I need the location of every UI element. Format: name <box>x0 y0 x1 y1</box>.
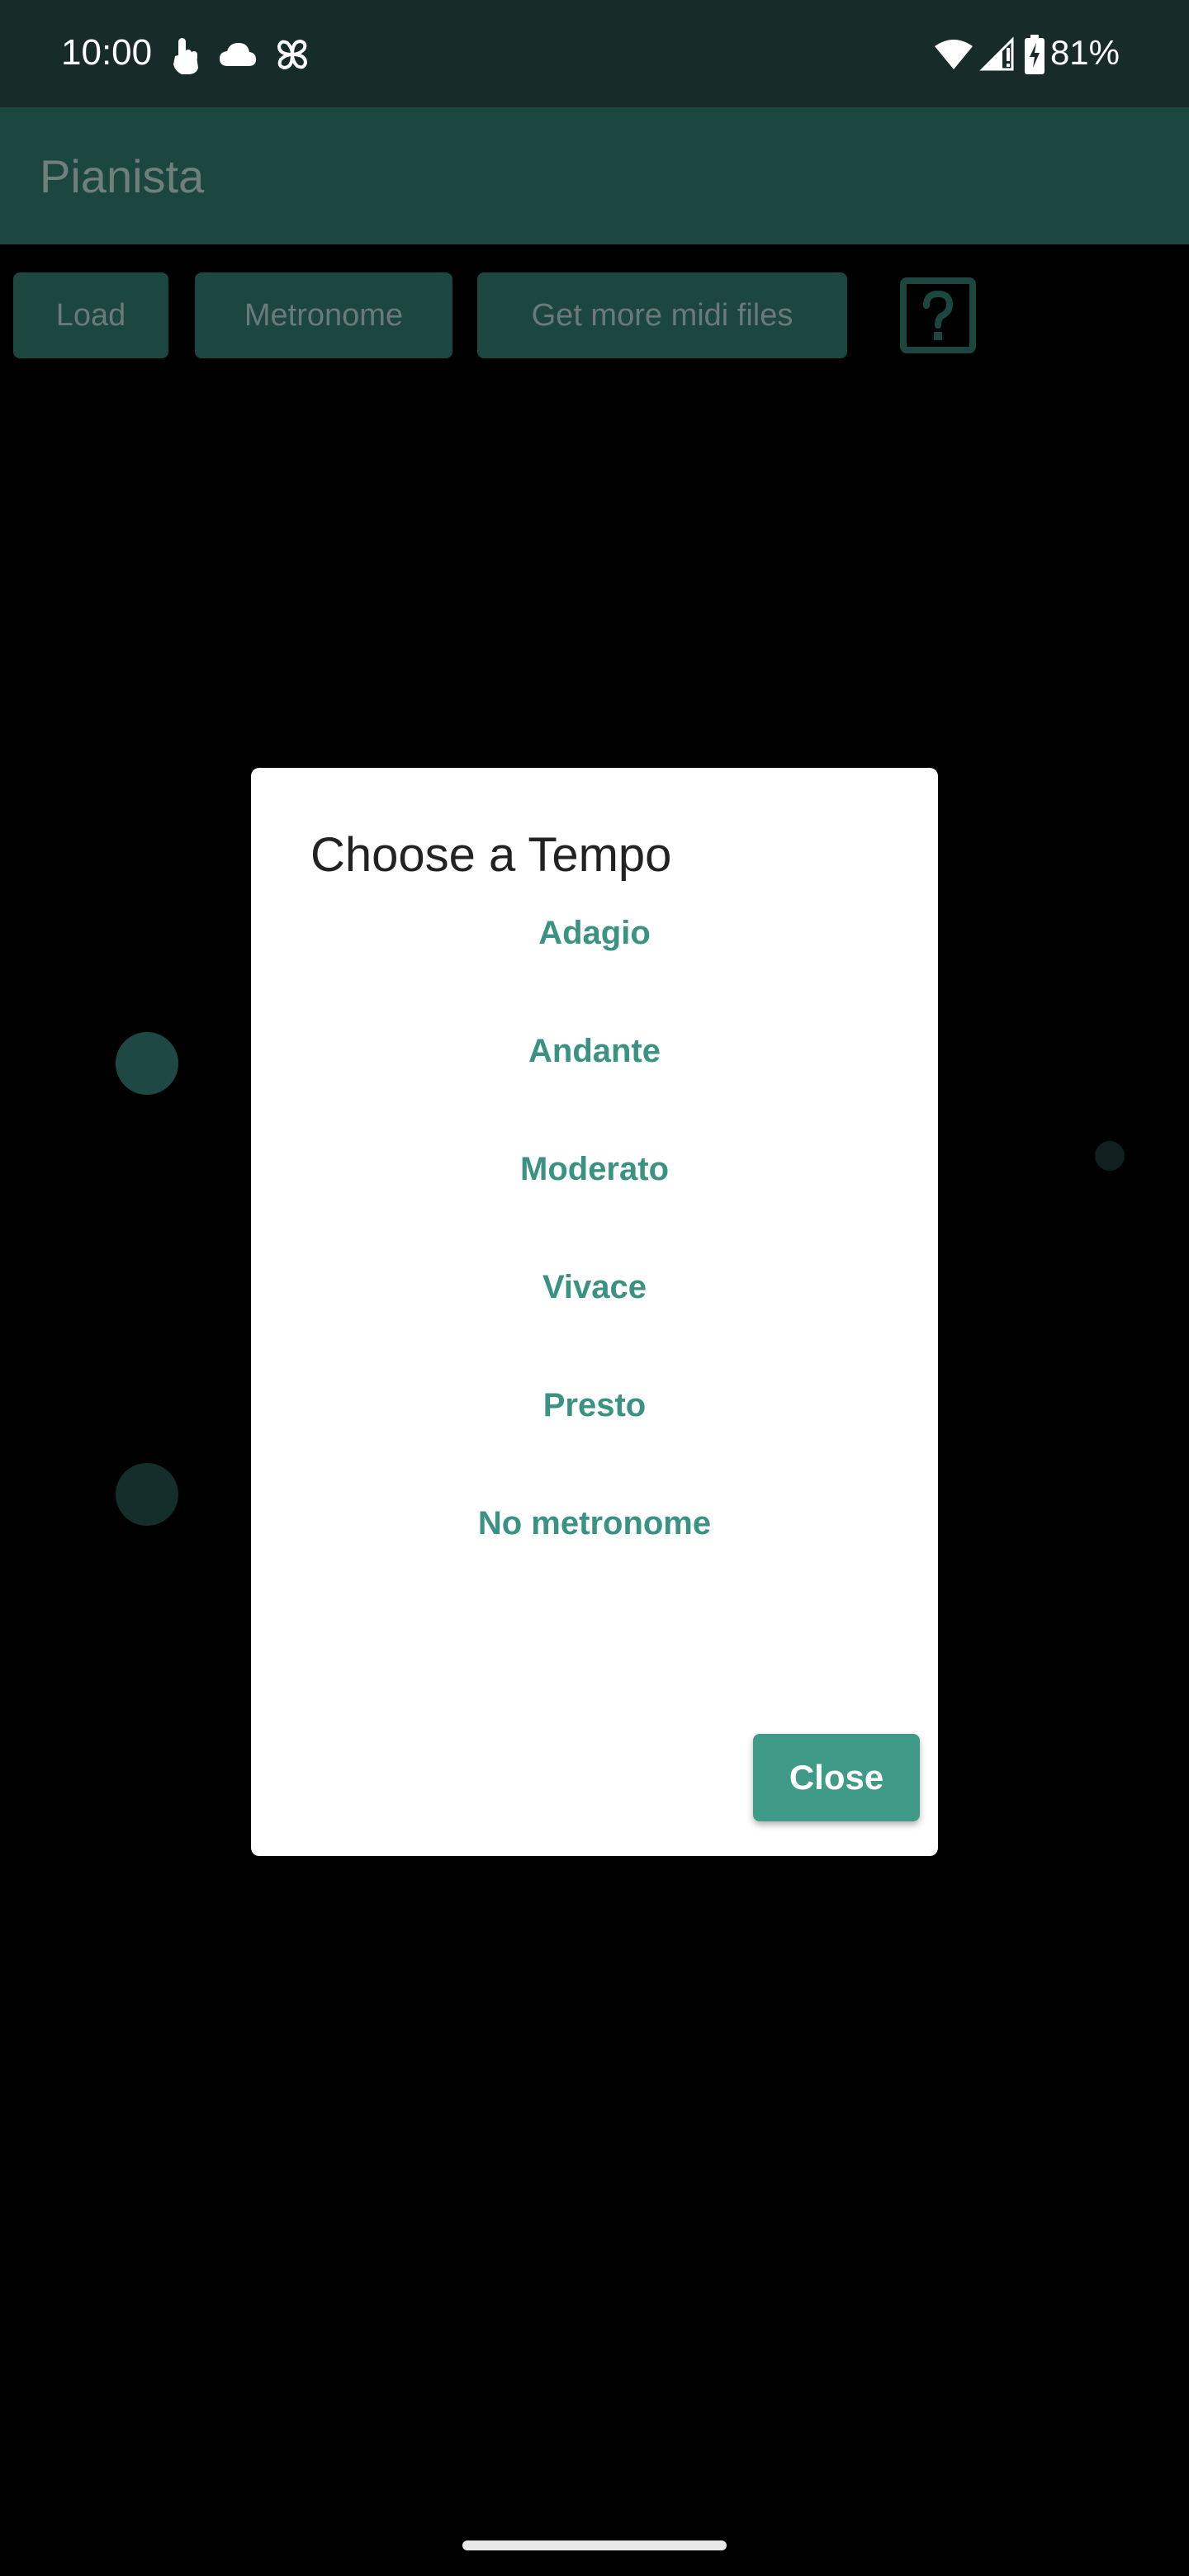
tempo-option-vivace[interactable]: Vivace <box>251 1246 938 1328</box>
app-title: Pianista <box>40 150 205 202</box>
home-indicator[interactable] <box>462 2540 727 2550</box>
status-time: 10:00 <box>61 32 153 73</box>
metronome-button[interactable]: Metronome <box>195 272 452 358</box>
tempo-option-presto[interactable]: Presto <box>251 1364 938 1447</box>
tempo-dialog: Choose a Tempo Adagio Andante Moderato V… <box>251 768 938 1856</box>
cloud-icon <box>218 41 258 72</box>
tempo-option-moderato[interactable]: Moderato <box>251 1128 938 1210</box>
load-button[interactable]: Load <box>13 272 168 358</box>
background-dot <box>116 1032 178 1095</box>
wifi-icon <box>933 38 974 75</box>
close-button[interactable]: Close <box>753 1734 920 1821</box>
screen: 10:00 81% Pianista Load Metronome Get mo… <box>0 0 1189 2576</box>
help-icon[interactable] <box>900 277 976 353</box>
battery-charging-icon <box>1024 35 1045 78</box>
tempo-option-no-metronome[interactable]: No metronome <box>251 1482 938 1565</box>
touch-icon <box>168 35 203 80</box>
dialog-title: Choose a Tempo <box>310 828 672 882</box>
background-dot <box>116 1463 178 1526</box>
tempo-option-andante[interactable]: Andante <box>251 1010 938 1092</box>
get-more-midi-files-button[interactable]: Get more midi files <box>477 272 847 358</box>
battery-percent: 81% <box>1049 33 1120 72</box>
app-bar: Pianista <box>0 107 1189 244</box>
pinwheel-icon <box>274 36 310 77</box>
signal-icon <box>979 36 1016 77</box>
background-dot <box>1095 1141 1125 1171</box>
tempo-option-adagio[interactable]: Adagio <box>251 892 938 974</box>
status-bar: 10:00 81% <box>0 0 1189 107</box>
